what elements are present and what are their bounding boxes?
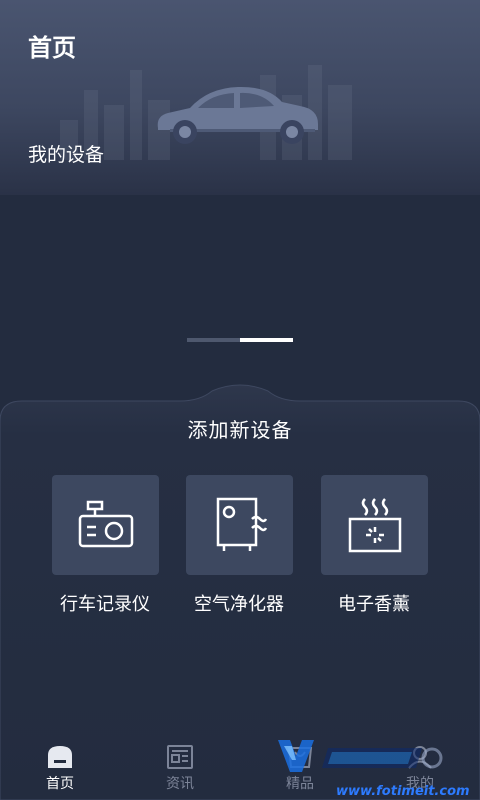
carousel-indicator[interactable] [187, 338, 293, 342]
tab-news[interactable]: 资讯 [120, 735, 240, 800]
air-purifier-label: 空气净化器 [194, 594, 284, 615]
dashcam-card[interactable] [52, 475, 159, 575]
dashcam-label: 行车记录仪 [60, 594, 150, 615]
add-device-title: 添加新设备 [187, 418, 293, 442]
air-purifier-card[interactable] [186, 475, 293, 575]
dashcam-icon [78, 500, 133, 548]
carousel-dot-1[interactable] [187, 338, 240, 342]
air-purifier-icon [216, 497, 267, 551]
aroma-diffuser-card[interactable] [321, 475, 428, 575]
home-icon [48, 746, 72, 768]
tab-news-label: 资讯 [166, 776, 194, 792]
tab-home-label: 首页 [46, 776, 74, 792]
carousel-dot-2[interactable] [240, 338, 293, 342]
car-illustration [157, 86, 318, 144]
watermark-url: www.fotimeit.com [336, 784, 470, 799]
tab-home[interactable]: 首页 [0, 735, 120, 800]
aroma-diffuser-icon [348, 498, 401, 553]
my-devices-title: 我的设备 [28, 144, 105, 166]
news-icon [167, 745, 193, 769]
aroma-diffuser-label: 电子香薰 [338, 594, 410, 615]
page-title: 首页 [28, 34, 76, 62]
